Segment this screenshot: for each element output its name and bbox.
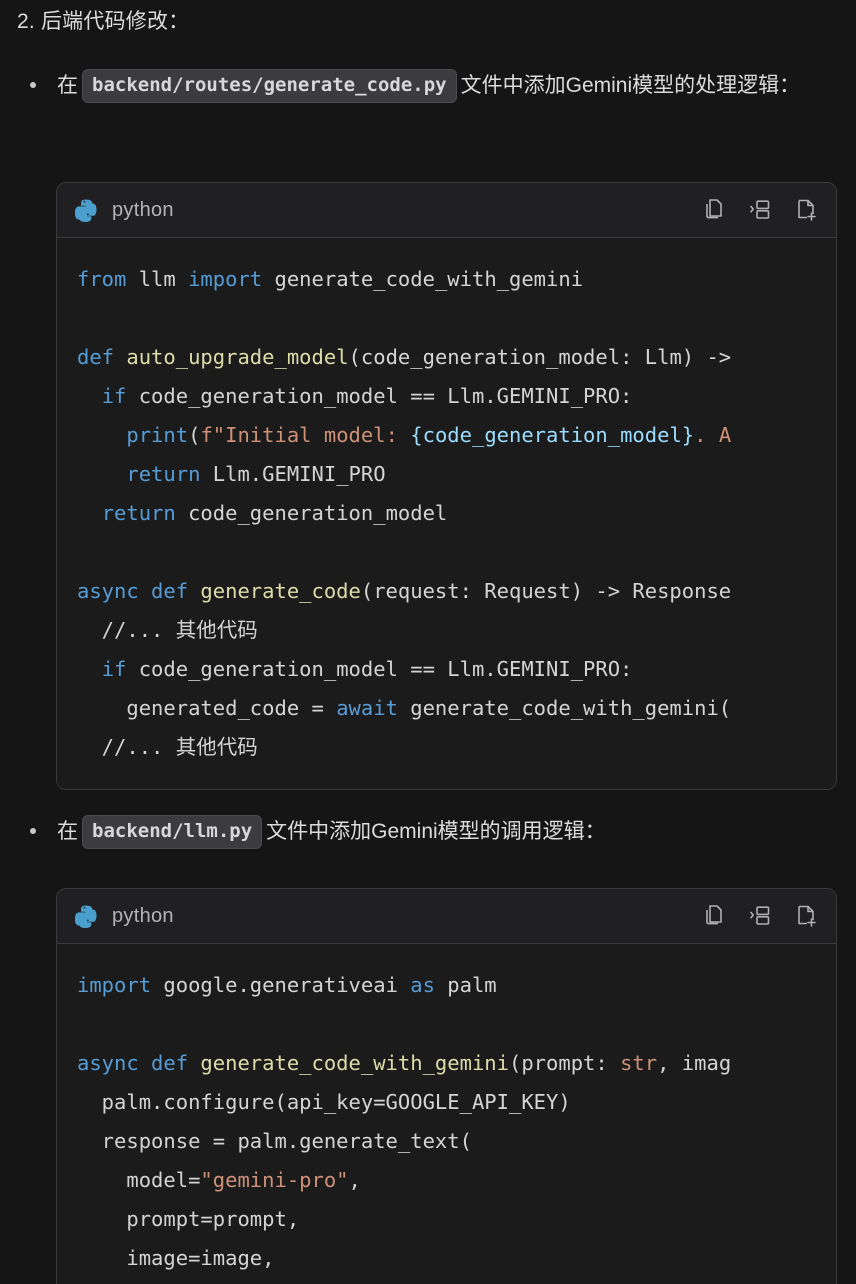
code-text: from llm import generate_code_with_gemin… [77,267,732,759]
python-logo-icon [75,199,97,222]
new-file-plus-icon[interactable] [794,197,818,223]
list-item-text-before: 在 [57,74,78,97]
code-text: import google.generativeai as palm async… [77,973,732,1270]
page-title: 2. 后端代码修改： [17,10,190,33]
code-block-body[interactable]: import google.generativeai as palm async… [57,944,836,1284]
bullet-dot-icon [30,828,36,834]
code-block-header: python [57,889,836,944]
python-logo-icon [75,905,97,928]
list-item-text-after: 文件中添加Gemini模型的调用逻辑： [266,820,606,843]
code-block: python [56,182,856,790]
inline-code-file-path[interactable]: backend/llm.py [82,815,263,849]
code-block-header: python [57,183,836,238]
code-block-body[interactable]: from llm import generate_code_with_gemin… [57,238,836,789]
copy-icon[interactable] [702,903,726,929]
list-item-text-after: 文件中添加Gemini模型的处理逻辑： [460,74,801,97]
assistant-message-page: 2. 后端代码修改： 在 backend/routes/generate_code… [0,0,856,1284]
copy-icon[interactable] [702,197,726,223]
diff-split-icon[interactable] [748,903,772,929]
list-item-text: 在 backend/routes/generate_code.py 文件中添加Gem… [57,66,856,106]
list-item-text-before: 在 [57,820,78,843]
new-file-plus-icon[interactable] [794,903,818,929]
code-language-label: python [112,198,174,221]
code-block-actions [702,197,818,223]
code-block-actions [702,903,818,929]
diff-split-icon[interactable] [748,197,772,223]
list-item-text: 在 backend/llm.py 文件中添加Gemini模型的调用逻辑： [57,812,856,852]
list-item: 在 backend/llm.py 文件中添加Gemini模型的调用逻辑： [0,812,856,852]
list-item: 在 backend/routes/generate_code.py 文件中添加Gem… [0,66,856,106]
bullet-dot-icon [30,82,36,88]
inline-code-file-path[interactable]: backend/routes/generate_code.py [82,69,457,103]
code-language-label: python [112,904,174,927]
code-block: python [56,888,856,1284]
